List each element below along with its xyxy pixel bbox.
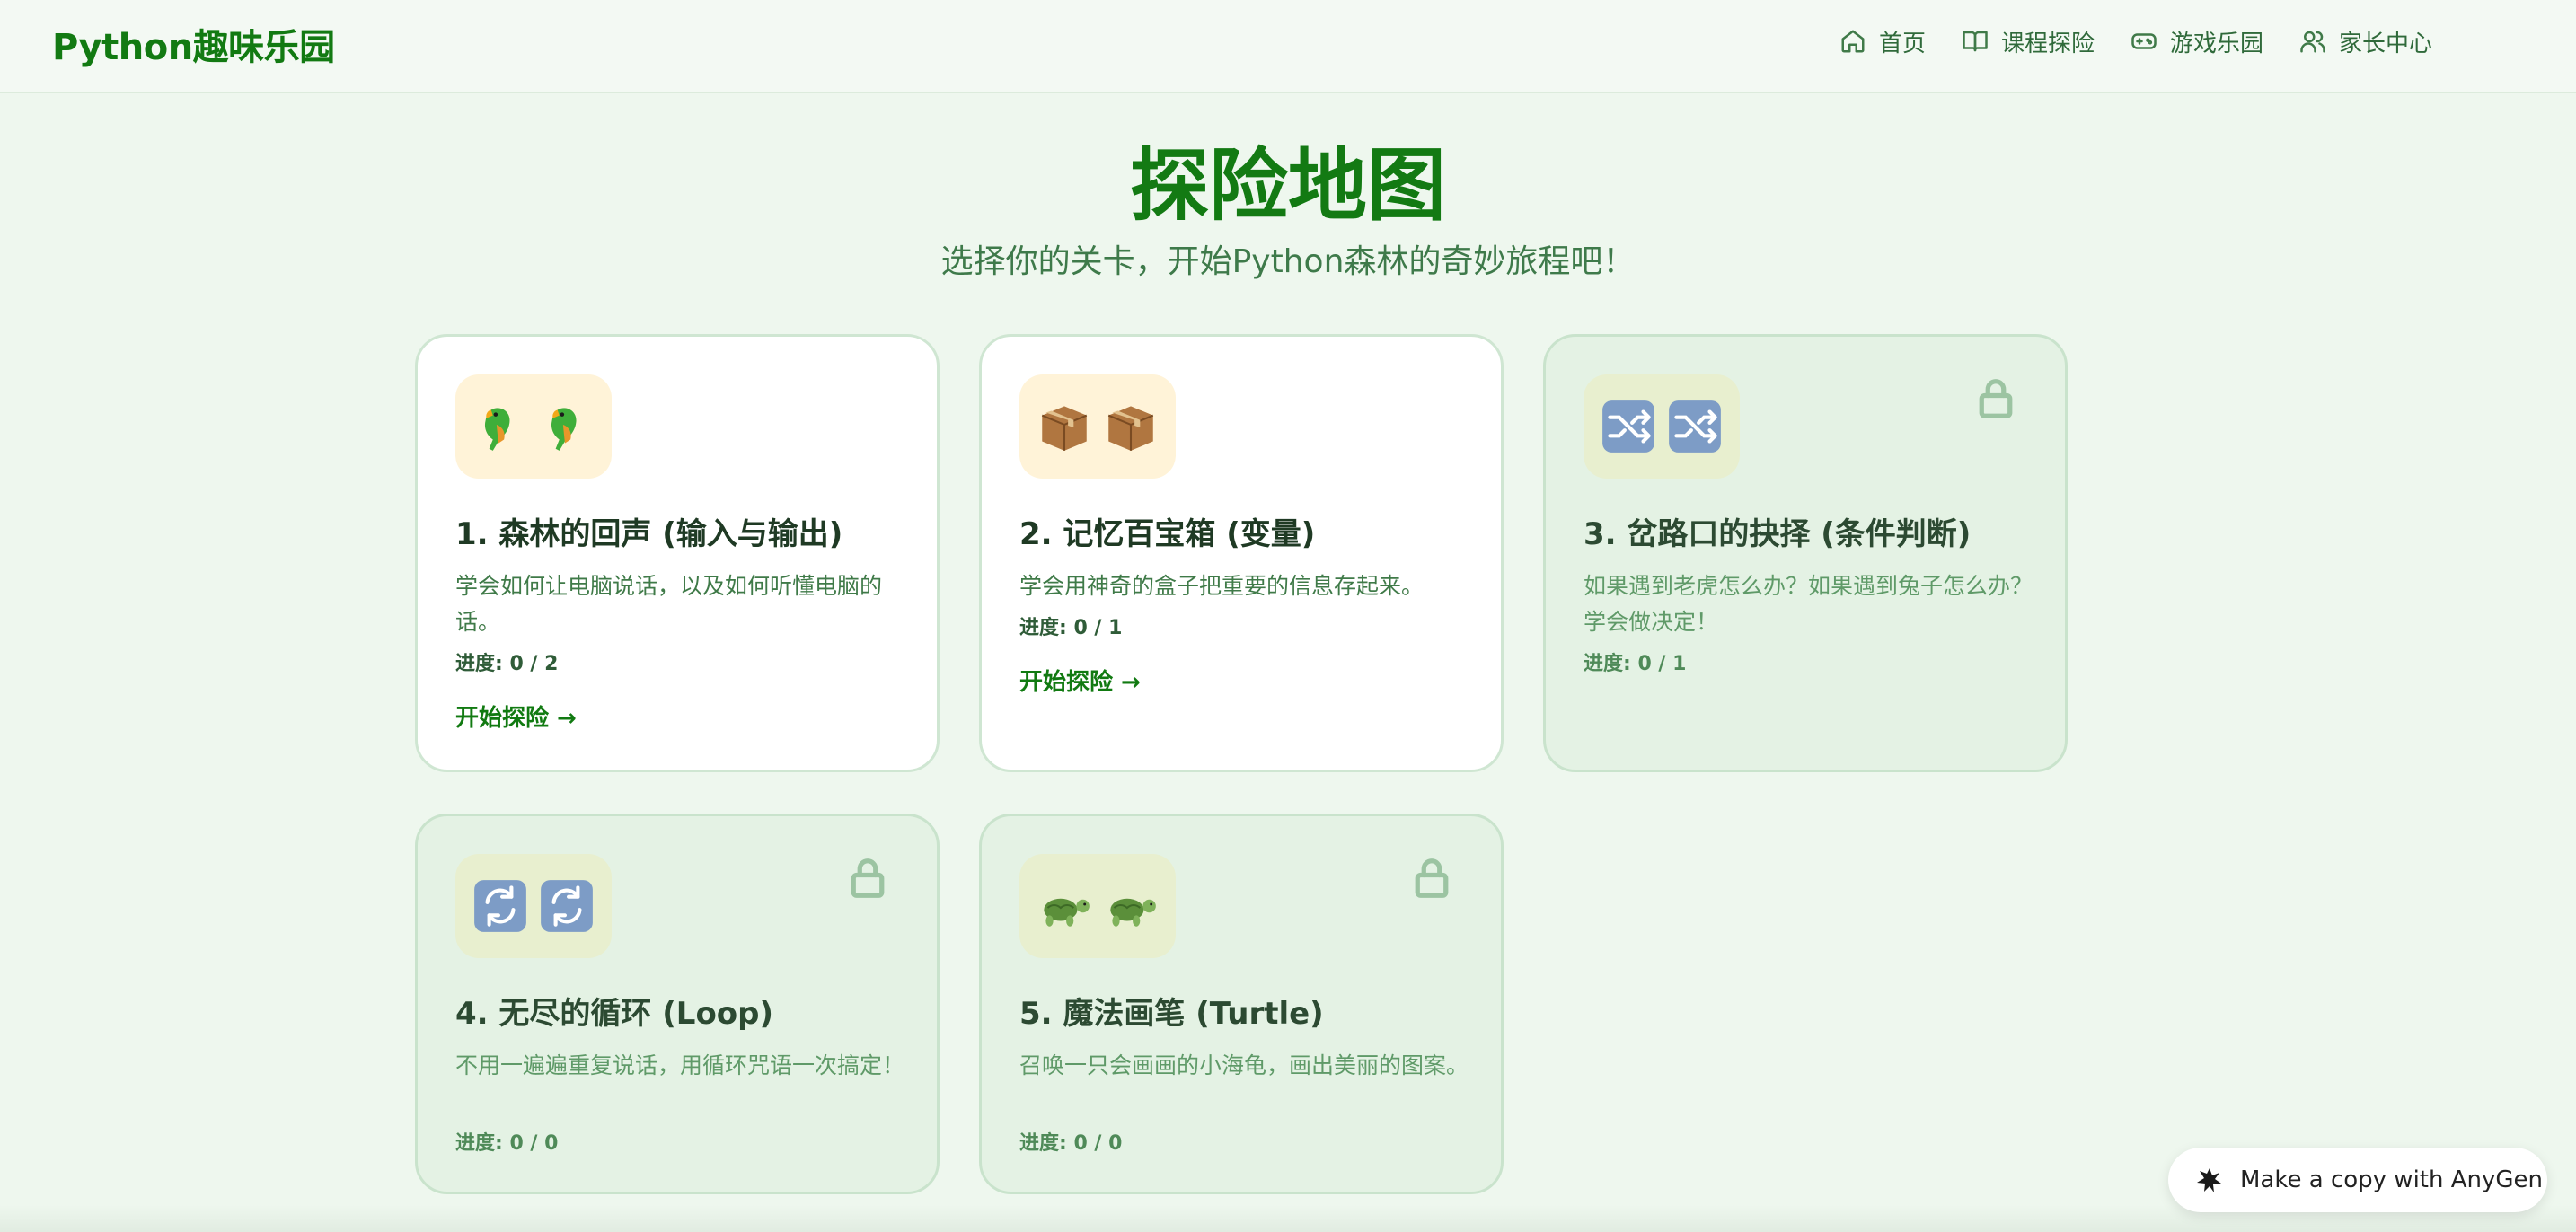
lock-icon xyxy=(1413,858,1451,899)
nav-courses[interactable]: 课程探险 xyxy=(1962,23,2095,59)
level-title: 3. 岔路口的抉择 (条件判断) xyxy=(1584,516,1972,552)
level-card-4[interactable]: 4. 无尽的循环 (Loop) 不用一遍遍重复说话，用循环咒语一次搞定！ 进度:… xyxy=(415,814,940,1194)
gamepad-icon xyxy=(2131,33,2157,49)
level-title: 5. 魔法画笔 (Turtle) xyxy=(1019,996,1324,1032)
top-navigation-bar: Python趣味乐园 首页 课程探险 游戏乐园 家长中心 xyxy=(0,0,2576,93)
parrot-icon xyxy=(551,408,577,451)
users-icon xyxy=(2300,31,2325,53)
level-card-3[interactable]: 3. 岔路口的抉择 (条件判断) 如果遇到老虎怎么办？如果遇到兔子怎么办？学会做… xyxy=(1543,334,2068,772)
start-adventure-link[interactable]: 开始探险 → xyxy=(455,700,577,733)
nav-home-label: 首页 xyxy=(1878,30,1926,57)
level-icon-badge xyxy=(455,374,612,479)
package-icon xyxy=(1041,406,1088,451)
nav-parents-label: 家长中心 xyxy=(2338,30,2432,57)
page-title: 探险地图 xyxy=(1129,139,1446,232)
level-progress: 进度: 0 / 1 xyxy=(1019,617,1123,639)
anygen-logo-icon xyxy=(2197,1168,2221,1192)
repeat-icon xyxy=(541,880,593,932)
parrot-icon xyxy=(484,408,510,451)
level-description: 学会如何让电脑说话，以及如何听懂电脑的话。 xyxy=(455,573,883,635)
start-adventure-link[interactable]: 开始探险 → xyxy=(1019,664,1141,697)
level-card-5[interactable]: 5. 魔法画笔 (Turtle) 召唤一只会画画的小海龟，画出美丽的图案。 进度… xyxy=(979,814,1504,1194)
level-card-2[interactable]: 2. 记忆百宝箱 (变量) 学会用神奇的盒子把重要的信息存起来。 进度: 0 /… xyxy=(979,334,1504,772)
nav-games[interactable]: 游戏乐园 xyxy=(2130,23,2263,59)
level-card-1[interactable]: 1. 森林的回声 (输入与输出) 学会如何让电脑说话，以及如何听懂电脑的话。 进… xyxy=(415,334,940,772)
make-a-copy-button[interactable]: Make a copy with AnyGen xyxy=(2168,1148,2547,1212)
nav-courses-label: 课程探险 xyxy=(2000,30,2095,57)
shuffle-icon xyxy=(1669,400,1721,453)
nav-home[interactable]: 首页 xyxy=(1839,23,1926,59)
level-description: 学会用神奇的盒子把重要的信息存起来。 xyxy=(1019,573,1425,599)
site-logo[interactable]: Python趣味乐园 xyxy=(52,18,335,70)
level-title: 1. 森林的回声 (输入与输出) xyxy=(455,516,843,552)
nav-parents[interactable]: 家长中心 xyxy=(2299,23,2432,59)
level-description: 如果遇到老虎怎么办？如果遇到兔子怎么办？学会做决定！ xyxy=(1584,573,2033,635)
lock-icon xyxy=(849,858,887,899)
level-title: 4. 无尽的循环 (Loop) xyxy=(455,996,774,1032)
lock-icon xyxy=(1977,378,2015,419)
level-progress: 进度: 0 / 0 xyxy=(1019,1132,1123,1155)
level-title: 2. 记忆百宝箱 (变量) xyxy=(1019,516,1316,552)
repeat-icon xyxy=(474,880,526,932)
turtle-icon xyxy=(1044,898,1090,927)
book-icon xyxy=(1963,31,1988,52)
level-description: 召唤一只会画画的小海龟，画出美丽的图案。 xyxy=(1019,1052,1469,1078)
level-progress: 进度: 0 / 1 xyxy=(1584,653,1687,675)
turtle-icon xyxy=(1110,898,1156,927)
home-icon xyxy=(1841,30,1865,53)
level-progress: 进度: 0 / 2 xyxy=(455,653,559,675)
nav-games-label: 游戏乐园 xyxy=(2169,30,2263,57)
shuffle-icon xyxy=(1602,400,1654,453)
level-icon-badge xyxy=(455,854,612,958)
level-icon-badge xyxy=(1584,374,1740,479)
main-nav: 首页 课程探险 游戏乐园 家长中心 xyxy=(1839,23,2432,59)
page-subtitle: 选择你的关卡，开始Python森林的奇妙旅程吧！ xyxy=(940,243,1636,280)
package-icon xyxy=(1107,406,1154,451)
make-a-copy-label: Make a copy with AnyGen xyxy=(2240,1166,2544,1193)
level-icon-badge xyxy=(1019,374,1176,479)
level-description: 不用一遍遍重复说话，用循环咒语一次搞定！ xyxy=(455,1052,905,1078)
level-icon-badge xyxy=(1019,854,1176,958)
level-progress: 进度: 0 / 0 xyxy=(455,1132,559,1155)
